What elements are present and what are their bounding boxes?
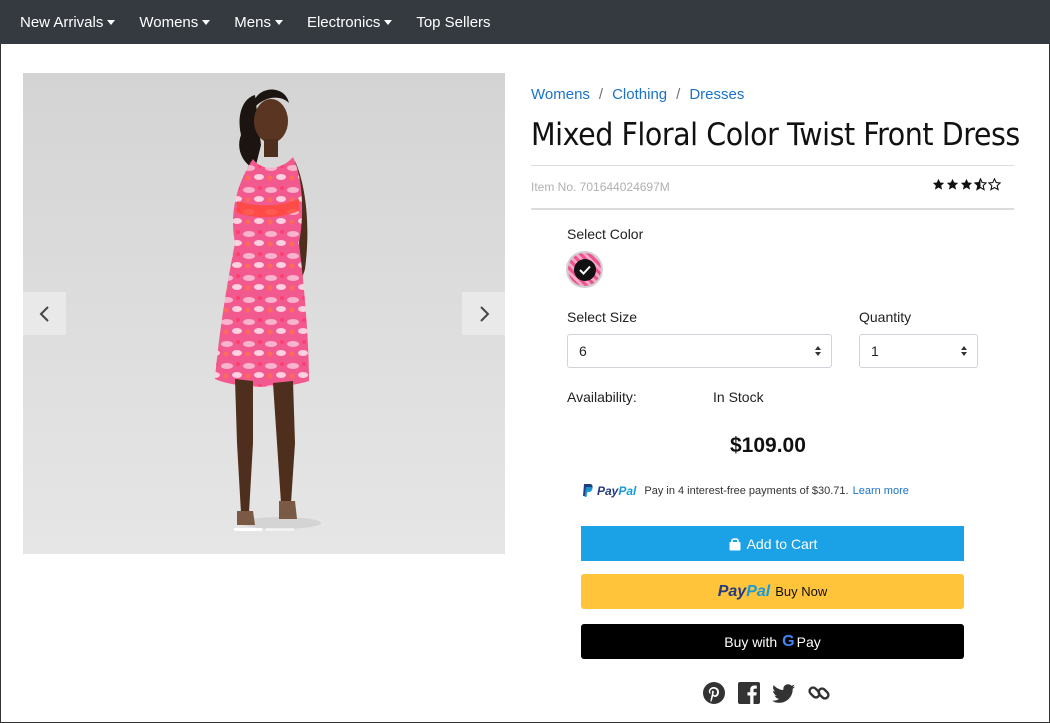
star-full-icon: [960, 178, 973, 190]
product-image: [215, 89, 321, 529]
caret-down-icon: [202, 20, 211, 25]
pinterest-icon[interactable]: [702, 681, 726, 705]
learn-more-link[interactable]: Learn more: [853, 485, 909, 497]
nav-item-label: Top Sellers: [416, 13, 491, 31]
google-g-icon: G: [782, 632, 795, 650]
rating-stars: [932, 178, 1002, 191]
twitter-icon[interactable]: [772, 681, 796, 705]
carousel-indicator-1[interactable]: [234, 528, 262, 531]
paypal-message-text: Pay in 4 interest-free payments of $30.7…: [644, 485, 849, 497]
nav-item-top-sellers[interactable]: Top Sellers: [416, 14, 490, 31]
checkmark-icon: [573, 258, 596, 281]
select-color-label: Select Color: [567, 226, 644, 242]
availability-value: In Stock: [713, 389, 764, 405]
paypal-buy-now-label: Buy Now: [775, 584, 828, 599]
chevron-right-icon: [479, 305, 489, 322]
caret-down-icon: [274, 20, 283, 25]
quantity-label: Quantity: [859, 309, 912, 325]
breadcrumb-womens[interactable]: Womens: [531, 86, 590, 103]
size-select[interactable]: 6: [567, 334, 832, 368]
nav-item-mens[interactable]: Mens: [234, 14, 283, 31]
nav-item-label: Womens: [139, 13, 199, 31]
paypal-pay-later-message: PayPal Pay in 4 interest-free payments o…: [581, 484, 909, 498]
nav-item-womens[interactable]: Womens: [139, 13, 211, 31]
chevron-left-icon: [39, 305, 49, 322]
product-price: $109.00: [730, 434, 806, 457]
breadcrumb-separator: /: [676, 86, 681, 103]
top-nav: New Arrivals Womens Mens Electronics Top…: [0, 0, 1050, 44]
nav-item-label: New Arrivals: [20, 13, 104, 31]
breadcrumb-dresses[interactable]: Dresses: [689, 86, 744, 103]
quantity-select[interactable]: 1: [859, 334, 978, 368]
paypal-logo: PayPal: [717, 582, 771, 600]
google-pay-button[interactable]: Buy with G Pay: [581, 624, 964, 659]
nav-item-electronics[interactable]: Electronics: [306, 13, 393, 31]
paypal-icon: [583, 484, 593, 497]
facebook-icon[interactable]: [737, 681, 761, 705]
product-image-carousel[interactable]: [23, 73, 505, 554]
link-icon[interactable]: [807, 681, 831, 705]
paypal-logo: PayPal: [597, 484, 637, 498]
gpay-suffix-label: Pay: [796, 633, 821, 650]
select-arrows-icon: [961, 346, 967, 356]
star-empty-icon: [988, 178, 1001, 191]
nav-item-label: Mens: [234, 13, 271, 31]
carousel-indicator-2[interactable]: [266, 528, 294, 531]
nav-item-label: Electronics: [306, 13, 381, 31]
paypal-buy-now-button[interactable]: PayPal Buy Now: [581, 574, 964, 609]
divider: [531, 208, 1014, 210]
add-to-cart-button[interactable]: Add to Cart: [581, 526, 964, 561]
breadcrumb-clothing[interactable]: Clothing: [612, 86, 667, 103]
add-to-cart-label: Add to Cart: [746, 535, 818, 552]
divider: [531, 165, 1014, 166]
select-arrows-icon: [815, 346, 821, 356]
nav-item-new-arrivals[interactable]: New Arrivals: [20, 13, 116, 31]
star-half-icon: [974, 178, 987, 191]
gpay-prefix-label: Buy with: [724, 633, 778, 650]
size-select-value: 6: [579, 343, 587, 359]
star-full-icon: [932, 178, 945, 190]
carousel-prev-button[interactable]: [23, 292, 66, 335]
caret-down-icon: [107, 20, 116, 25]
carousel-indicators: [234, 528, 298, 531]
product-title: Mixed Floral Color Twist Front Dress: [531, 117, 1020, 153]
shopping-bag-icon: [729, 537, 741, 550]
star-full-icon: [946, 178, 959, 190]
quantity-select-value: 1: [871, 343, 879, 359]
social-share: [702, 681, 842, 705]
color-swatch-pink-floral[interactable]: [566, 251, 603, 288]
availability-label: Availability:: [567, 389, 637, 405]
select-size-label: Select Size: [567, 309, 638, 325]
breadcrumb: Womens / Clothing / Dresses: [531, 86, 744, 103]
breadcrumb-separator: /: [598, 86, 604, 103]
carousel-next-button[interactable]: [462, 292, 505, 335]
item-number: Item No. 701644024697M: [531, 180, 670, 194]
caret-down-icon: [384, 20, 393, 25]
